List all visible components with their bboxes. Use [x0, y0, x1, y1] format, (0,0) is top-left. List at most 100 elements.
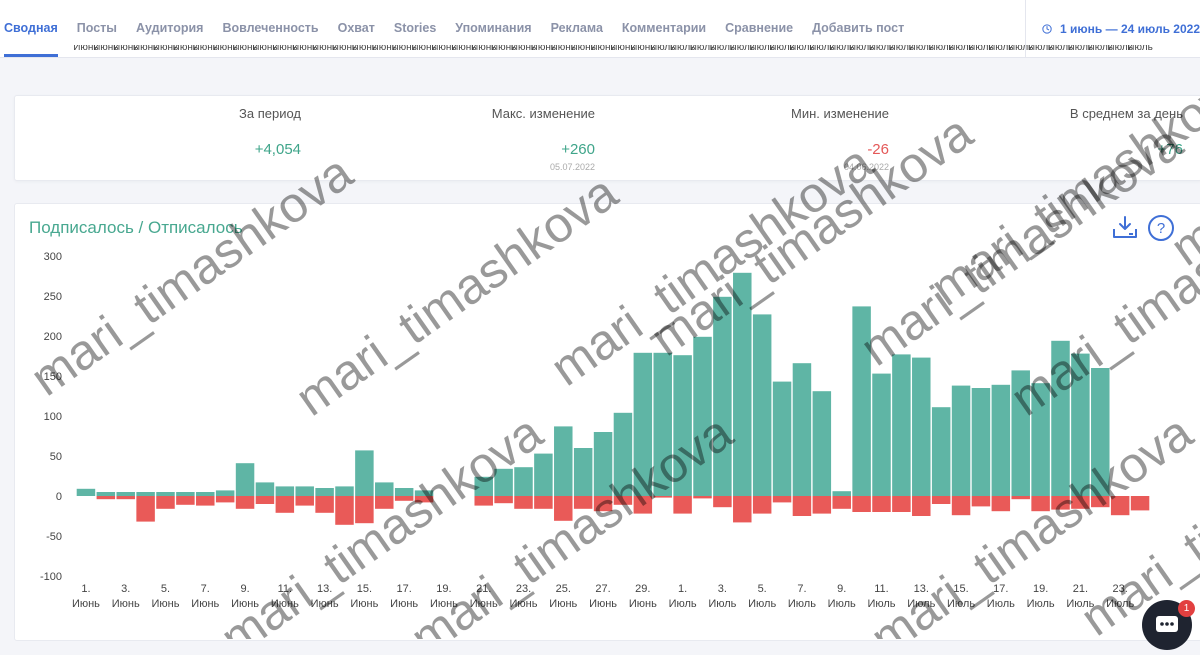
bar-unsubscribed[interactable] — [832, 496, 851, 509]
bar-subscribed[interactable] — [335, 486, 354, 496]
bar-unsubscribed[interactable] — [514, 496, 533, 509]
bar-subscribed[interactable] — [633, 352, 653, 496]
bar-subscribed[interactable] — [275, 486, 295, 496]
bar-subscribed[interactable] — [991, 384, 1011, 496]
bar-subscribed[interactable] — [872, 373, 891, 496]
bar-subscribed[interactable] — [653, 352, 672, 496]
bar-unsubscribed[interactable] — [375, 496, 394, 509]
bar-unsubscribed[interactable] — [136, 496, 155, 522]
bar-subscribed[interactable] — [792, 363, 812, 496]
bar-subscribed[interactable] — [176, 492, 195, 496]
bar-unsubscribed[interactable] — [394, 496, 414, 501]
bar-unsubscribed[interactable] — [474, 496, 493, 506]
bar-unsubscribed[interactable] — [713, 496, 732, 508]
bar-subscribed[interactable] — [733, 272, 752, 496]
bar-unsubscribed[interactable] — [892, 496, 911, 512]
bar-subscribed[interactable] — [613, 412, 633, 496]
bar-subscribed[interactable] — [912, 357, 931, 496]
bar-subscribed[interactable] — [554, 426, 573, 496]
bar-unsubscribed[interactable] — [96, 496, 116, 500]
bar-unsubscribed[interactable] — [235, 496, 255, 509]
bar-unsubscribed[interactable] — [156, 496, 175, 509]
bar-subscribed[interactable] — [832, 491, 851, 496]
bar-unsubscribed[interactable] — [951, 496, 971, 516]
bar-unsubscribed[interactable] — [971, 496, 991, 507]
bar-subscribed[interactable] — [852, 306, 871, 496]
bar-unsubscribed[interactable] — [255, 496, 275, 504]
bar-subscribed[interactable] — [971, 388, 991, 496]
bar-subscribed[interactable] — [76, 488, 96, 496]
bar-unsubscribed[interactable] — [196, 496, 215, 506]
bar-subscribed[interactable] — [713, 296, 732, 496]
bar-subscribed[interactable] — [394, 488, 414, 496]
bar-unsubscribed[interactable] — [673, 496, 692, 514]
bar-unsubscribed[interactable] — [872, 496, 891, 512]
bar-unsubscribed[interactable] — [991, 496, 1011, 512]
bar-unsubscribed[interactable] — [633, 496, 653, 514]
bar-subscribed[interactable] — [1091, 368, 1110, 496]
bar-unsubscribed[interactable] — [931, 496, 951, 504]
bar-subscribed[interactable] — [673, 355, 692, 496]
bar-subscribed[interactable] — [1011, 370, 1030, 496]
bar-subscribed[interactable] — [931, 407, 951, 496]
bar-unsubscribed[interactable] — [792, 496, 812, 516]
bar-subscribed[interactable] — [96, 492, 116, 496]
bar-unsubscribed[interactable] — [852, 496, 871, 512]
bar-subscribed[interactable] — [414, 490, 434, 496]
bar-unsubscribed[interactable] — [1091, 496, 1110, 508]
bar-unsubscribed[interactable] — [1110, 496, 1130, 516]
bar-subscribed[interactable] — [235, 463, 255, 496]
bar-subscribed[interactable] — [136, 492, 155, 496]
bar-unsubscribed[interactable] — [812, 496, 832, 514]
bar-subscribed[interactable] — [534, 453, 553, 496]
bar-unsubscribed[interactable] — [494, 496, 513, 504]
bar-unsubscribed[interactable] — [176, 496, 195, 505]
bar-subscribed[interactable] — [375, 482, 394, 496]
bar-subscribed[interactable] — [1071, 353, 1090, 496]
bar-unsubscribed[interactable] — [733, 496, 752, 523]
bar-subscribed[interactable] — [255, 482, 275, 496]
bar-subscribed[interactable] — [772, 381, 792, 496]
bar-subscribed[interactable] — [215, 490, 235, 496]
bar-subscribed[interactable] — [315, 488, 334, 496]
bar-subscribed[interactable] — [812, 391, 832, 496]
bar-unsubscribed[interactable] — [912, 496, 931, 516]
bar-unsubscribed[interactable] — [752, 496, 772, 514]
bar-unsubscribed[interactable] — [414, 496, 434, 503]
bar-unsubscribed[interactable] — [1130, 496, 1150, 511]
bar-unsubscribed[interactable] — [534, 496, 553, 509]
bar-unsubscribed[interactable] — [613, 496, 633, 505]
bar-subscribed[interactable] — [752, 314, 772, 496]
bar-unsubscribed[interactable] — [653, 496, 672, 498]
bar-unsubscribed[interactable] — [593, 496, 613, 512]
bar-unsubscribed[interactable] — [335, 496, 354, 525]
bar-subscribed[interactable] — [116, 492, 135, 496]
bar-subscribed[interactable] — [892, 354, 911, 496]
bar-subscribed[interactable] — [593, 432, 613, 496]
bar-unsubscribed[interactable] — [215, 496, 235, 503]
bar-unsubscribed[interactable] — [295, 496, 314, 506]
bar-subscribed[interactable] — [196, 492, 215, 496]
bar-unsubscribed[interactable] — [355, 496, 374, 524]
bar-subscribed[interactable] — [474, 476, 493, 496]
bar-subscribed[interactable] — [295, 486, 314, 496]
bar-subscribed[interactable] — [355, 450, 374, 496]
bar-subscribed[interactable] — [693, 336, 712, 496]
bar-unsubscribed[interactable] — [275, 496, 295, 513]
bar-subscribed[interactable] — [156, 492, 175, 496]
bar-subscribed[interactable] — [494, 468, 513, 496]
bar-unsubscribed[interactable] — [1031, 496, 1050, 512]
bar-unsubscribed[interactable] — [772, 496, 792, 503]
bar-unsubscribed[interactable] — [1011, 496, 1030, 500]
bar-unsubscribed[interactable] — [116, 496, 135, 500]
bar-unsubscribed[interactable] — [693, 496, 712, 499]
bar-subscribed[interactable] — [1031, 383, 1050, 496]
bar-unsubscribed[interactable] — [554, 496, 573, 521]
bar-unsubscribed[interactable] — [1051, 496, 1070, 510]
bar-subscribed[interactable] — [573, 448, 593, 496]
bar-subscribed[interactable] — [951, 385, 971, 496]
bar-unsubscribed[interactable] — [573, 496, 593, 509]
bar-subscribed[interactable] — [514, 467, 533, 496]
bar-unsubscribed[interactable] — [1071, 496, 1090, 509]
bar-unsubscribed[interactable] — [315, 496, 334, 513]
